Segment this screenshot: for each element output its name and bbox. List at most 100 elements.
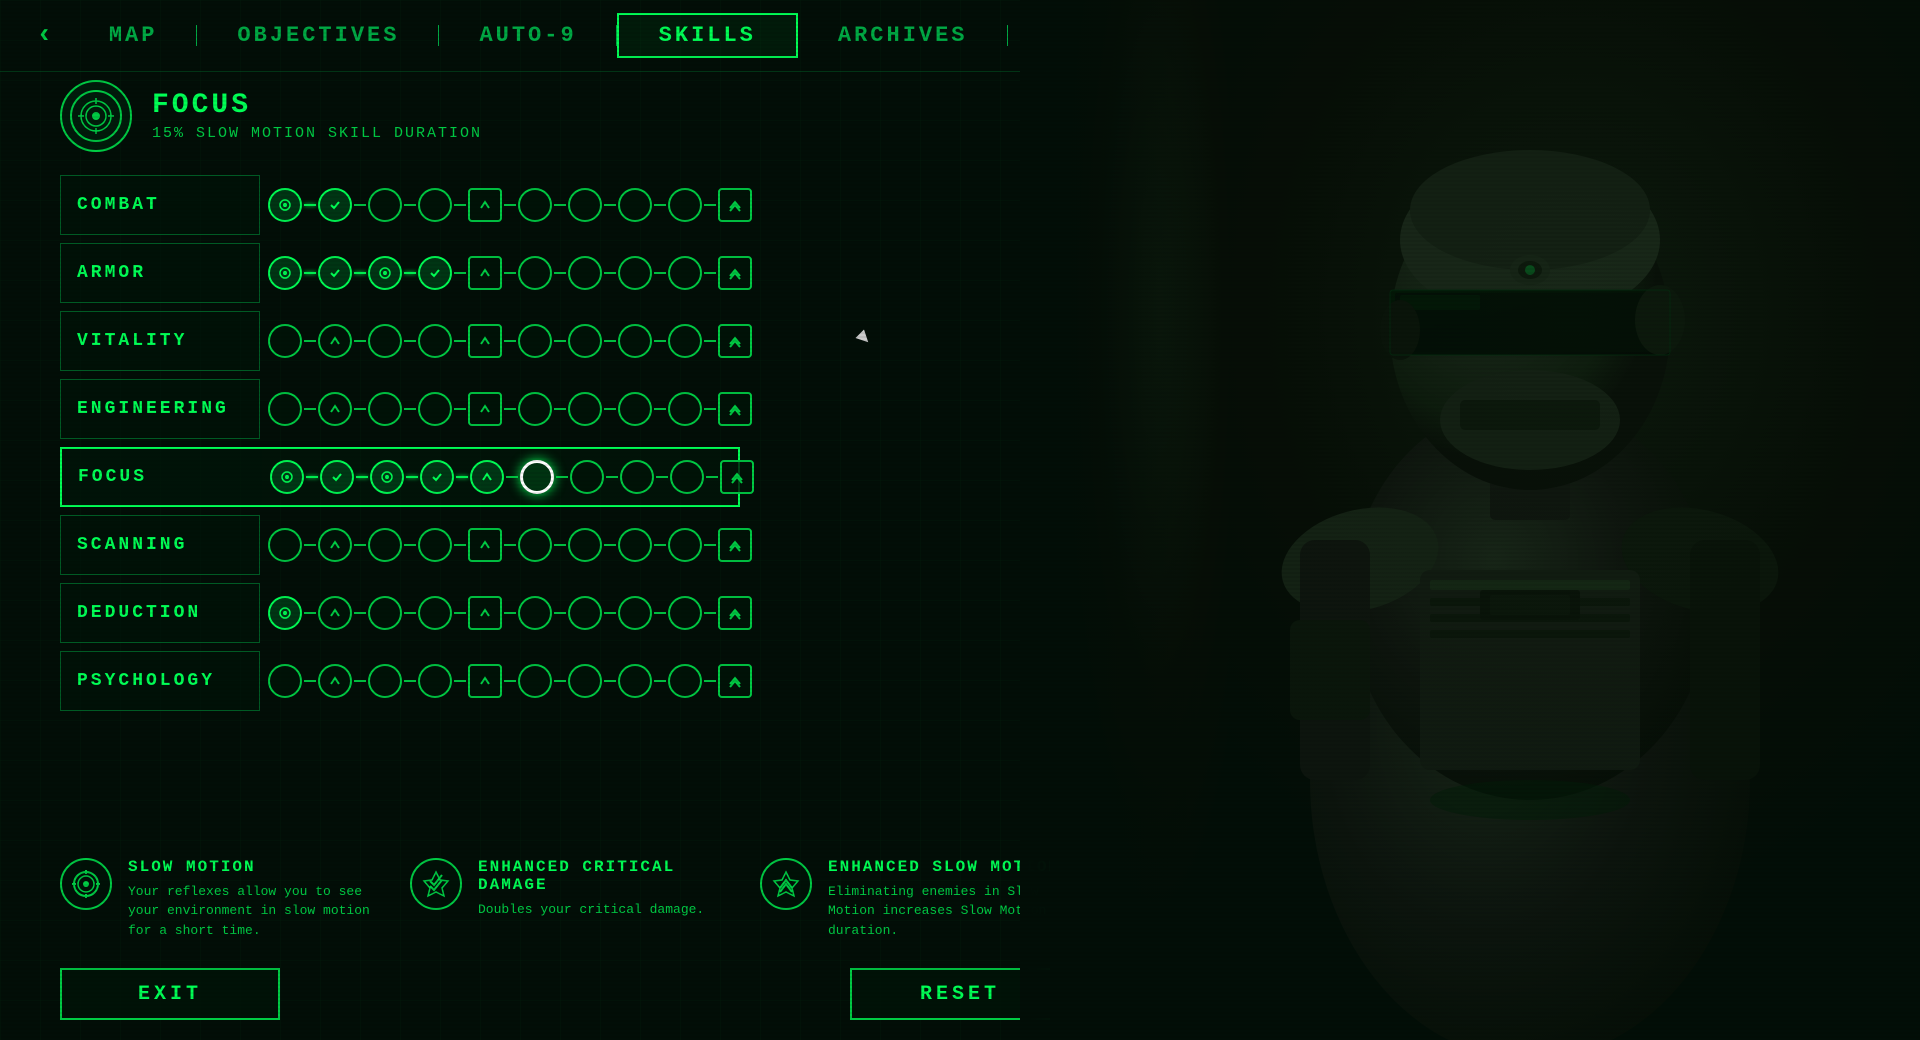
- node[interactable]: [668, 664, 702, 698]
- node[interactable]: [618, 664, 652, 698]
- node[interactable]: [668, 256, 702, 290]
- exit-button[interactable]: EXIT: [60, 968, 280, 1020]
- node[interactable]: [518, 528, 552, 562]
- node[interactable]: [368, 528, 402, 562]
- node[interactable]: [418, 596, 452, 630]
- node[interactable]: [618, 528, 652, 562]
- node[interactable]: [370, 460, 404, 494]
- node[interactable]: [318, 324, 352, 358]
- node[interactable]: [518, 596, 552, 630]
- node[interactable]: [418, 392, 452, 426]
- node[interactable]: [570, 460, 604, 494]
- node[interactable]: [568, 392, 602, 426]
- node-tier[interactable]: [468, 596, 502, 630]
- node-tier-2[interactable]: [718, 392, 752, 426]
- skill-row-psychology[interactable]: PSYCHOLOGY: [60, 651, 740, 711]
- node[interactable]: [568, 324, 602, 358]
- node[interactable]: [420, 460, 454, 494]
- skill-row-vitality[interactable]: VITALITY: [60, 311, 740, 371]
- node[interactable]: [368, 664, 402, 698]
- skill-row-deduction[interactable]: DEDUCTION: [60, 583, 740, 643]
- node-tier-2[interactable]: [718, 324, 752, 358]
- node[interactable]: [618, 188, 652, 222]
- node[interactable]: [568, 256, 602, 290]
- node[interactable]: [318, 664, 352, 698]
- node[interactable]: [368, 392, 402, 426]
- node[interactable]: [318, 188, 352, 222]
- node[interactable]: [318, 256, 352, 290]
- node[interactable]: [668, 528, 702, 562]
- node[interactable]: [268, 256, 302, 290]
- node-tier[interactable]: [468, 664, 502, 698]
- skill-nodes-engineering: [260, 392, 760, 426]
- node[interactable]: [368, 188, 402, 222]
- node[interactable]: [568, 596, 602, 630]
- node-tier-2[interactable]: [720, 460, 754, 494]
- node-tier-2[interactable]: [718, 528, 752, 562]
- node[interactable]: [668, 324, 702, 358]
- node[interactable]: [268, 324, 302, 358]
- nav-prev-arrow[interactable]: ‹: [20, 20, 69, 51]
- node[interactable]: [318, 392, 352, 426]
- node[interactable]: [418, 256, 452, 290]
- connector: [604, 612, 616, 614]
- node[interactable]: [418, 188, 452, 222]
- node[interactable]: [368, 324, 402, 358]
- tab-skills[interactable]: SKILLS: [617, 13, 798, 58]
- node[interactable]: [418, 324, 452, 358]
- node[interactable]: [668, 596, 702, 630]
- node[interactable]: [368, 256, 402, 290]
- node-tier[interactable]: [468, 188, 502, 222]
- node-tier-2[interactable]: [718, 664, 752, 698]
- skill-row-focus[interactable]: FOCUS: [60, 447, 740, 507]
- node[interactable]: [620, 460, 654, 494]
- node[interactable]: [568, 528, 602, 562]
- node[interactable]: [270, 460, 304, 494]
- node[interactable]: [518, 392, 552, 426]
- node-tier[interactable]: [468, 528, 502, 562]
- node[interactable]: [618, 256, 652, 290]
- node[interactable]: [418, 528, 452, 562]
- node[interactable]: [470, 460, 504, 494]
- node[interactable]: [668, 392, 702, 426]
- node[interactable]: [670, 460, 704, 494]
- node-tier[interactable]: [468, 392, 502, 426]
- skill-row-armor[interactable]: ARMOR: [60, 243, 740, 303]
- connector: [706, 476, 718, 478]
- node-tier-2[interactable]: [718, 256, 752, 290]
- node[interactable]: [268, 596, 302, 630]
- tab-map[interactable]: MAP: [69, 15, 198, 56]
- node[interactable]: [518, 324, 552, 358]
- node[interactable]: [268, 392, 302, 426]
- node[interactable]: [268, 664, 302, 698]
- node[interactable]: [618, 324, 652, 358]
- connector: [354, 408, 366, 410]
- connector: [654, 544, 666, 546]
- tab-objectives[interactable]: OBJECTIVES: [197, 15, 439, 56]
- node-tier-2[interactable]: [718, 596, 752, 630]
- node[interactable]: [320, 460, 354, 494]
- node-tier[interactable]: [468, 324, 502, 358]
- node[interactable]: [318, 596, 352, 630]
- skill-row-engineering[interactable]: ENGINEERING: [60, 379, 740, 439]
- node[interactable]: [518, 256, 552, 290]
- node-tier[interactable]: [468, 256, 502, 290]
- node[interactable]: [268, 188, 302, 222]
- node[interactable]: [618, 392, 652, 426]
- node[interactable]: [418, 664, 452, 698]
- tab-archives[interactable]: ARCHIVES: [798, 15, 1008, 56]
- node[interactable]: [318, 528, 352, 562]
- node[interactable]: [618, 596, 652, 630]
- skill-row-scanning[interactable]: SCANNING: [60, 515, 740, 575]
- node-selected[interactable]: [520, 460, 554, 494]
- skill-row-combat[interactable]: COMBAT: [60, 175, 740, 235]
- node[interactable]: [568, 188, 602, 222]
- node[interactable]: [568, 664, 602, 698]
- node-tier-2[interactable]: [718, 188, 752, 222]
- node[interactable]: [668, 188, 702, 222]
- node[interactable]: [268, 528, 302, 562]
- tab-auto9[interactable]: AUTO-9: [439, 15, 616, 56]
- node[interactable]: [368, 596, 402, 630]
- node[interactable]: [518, 664, 552, 698]
- node[interactable]: [518, 188, 552, 222]
